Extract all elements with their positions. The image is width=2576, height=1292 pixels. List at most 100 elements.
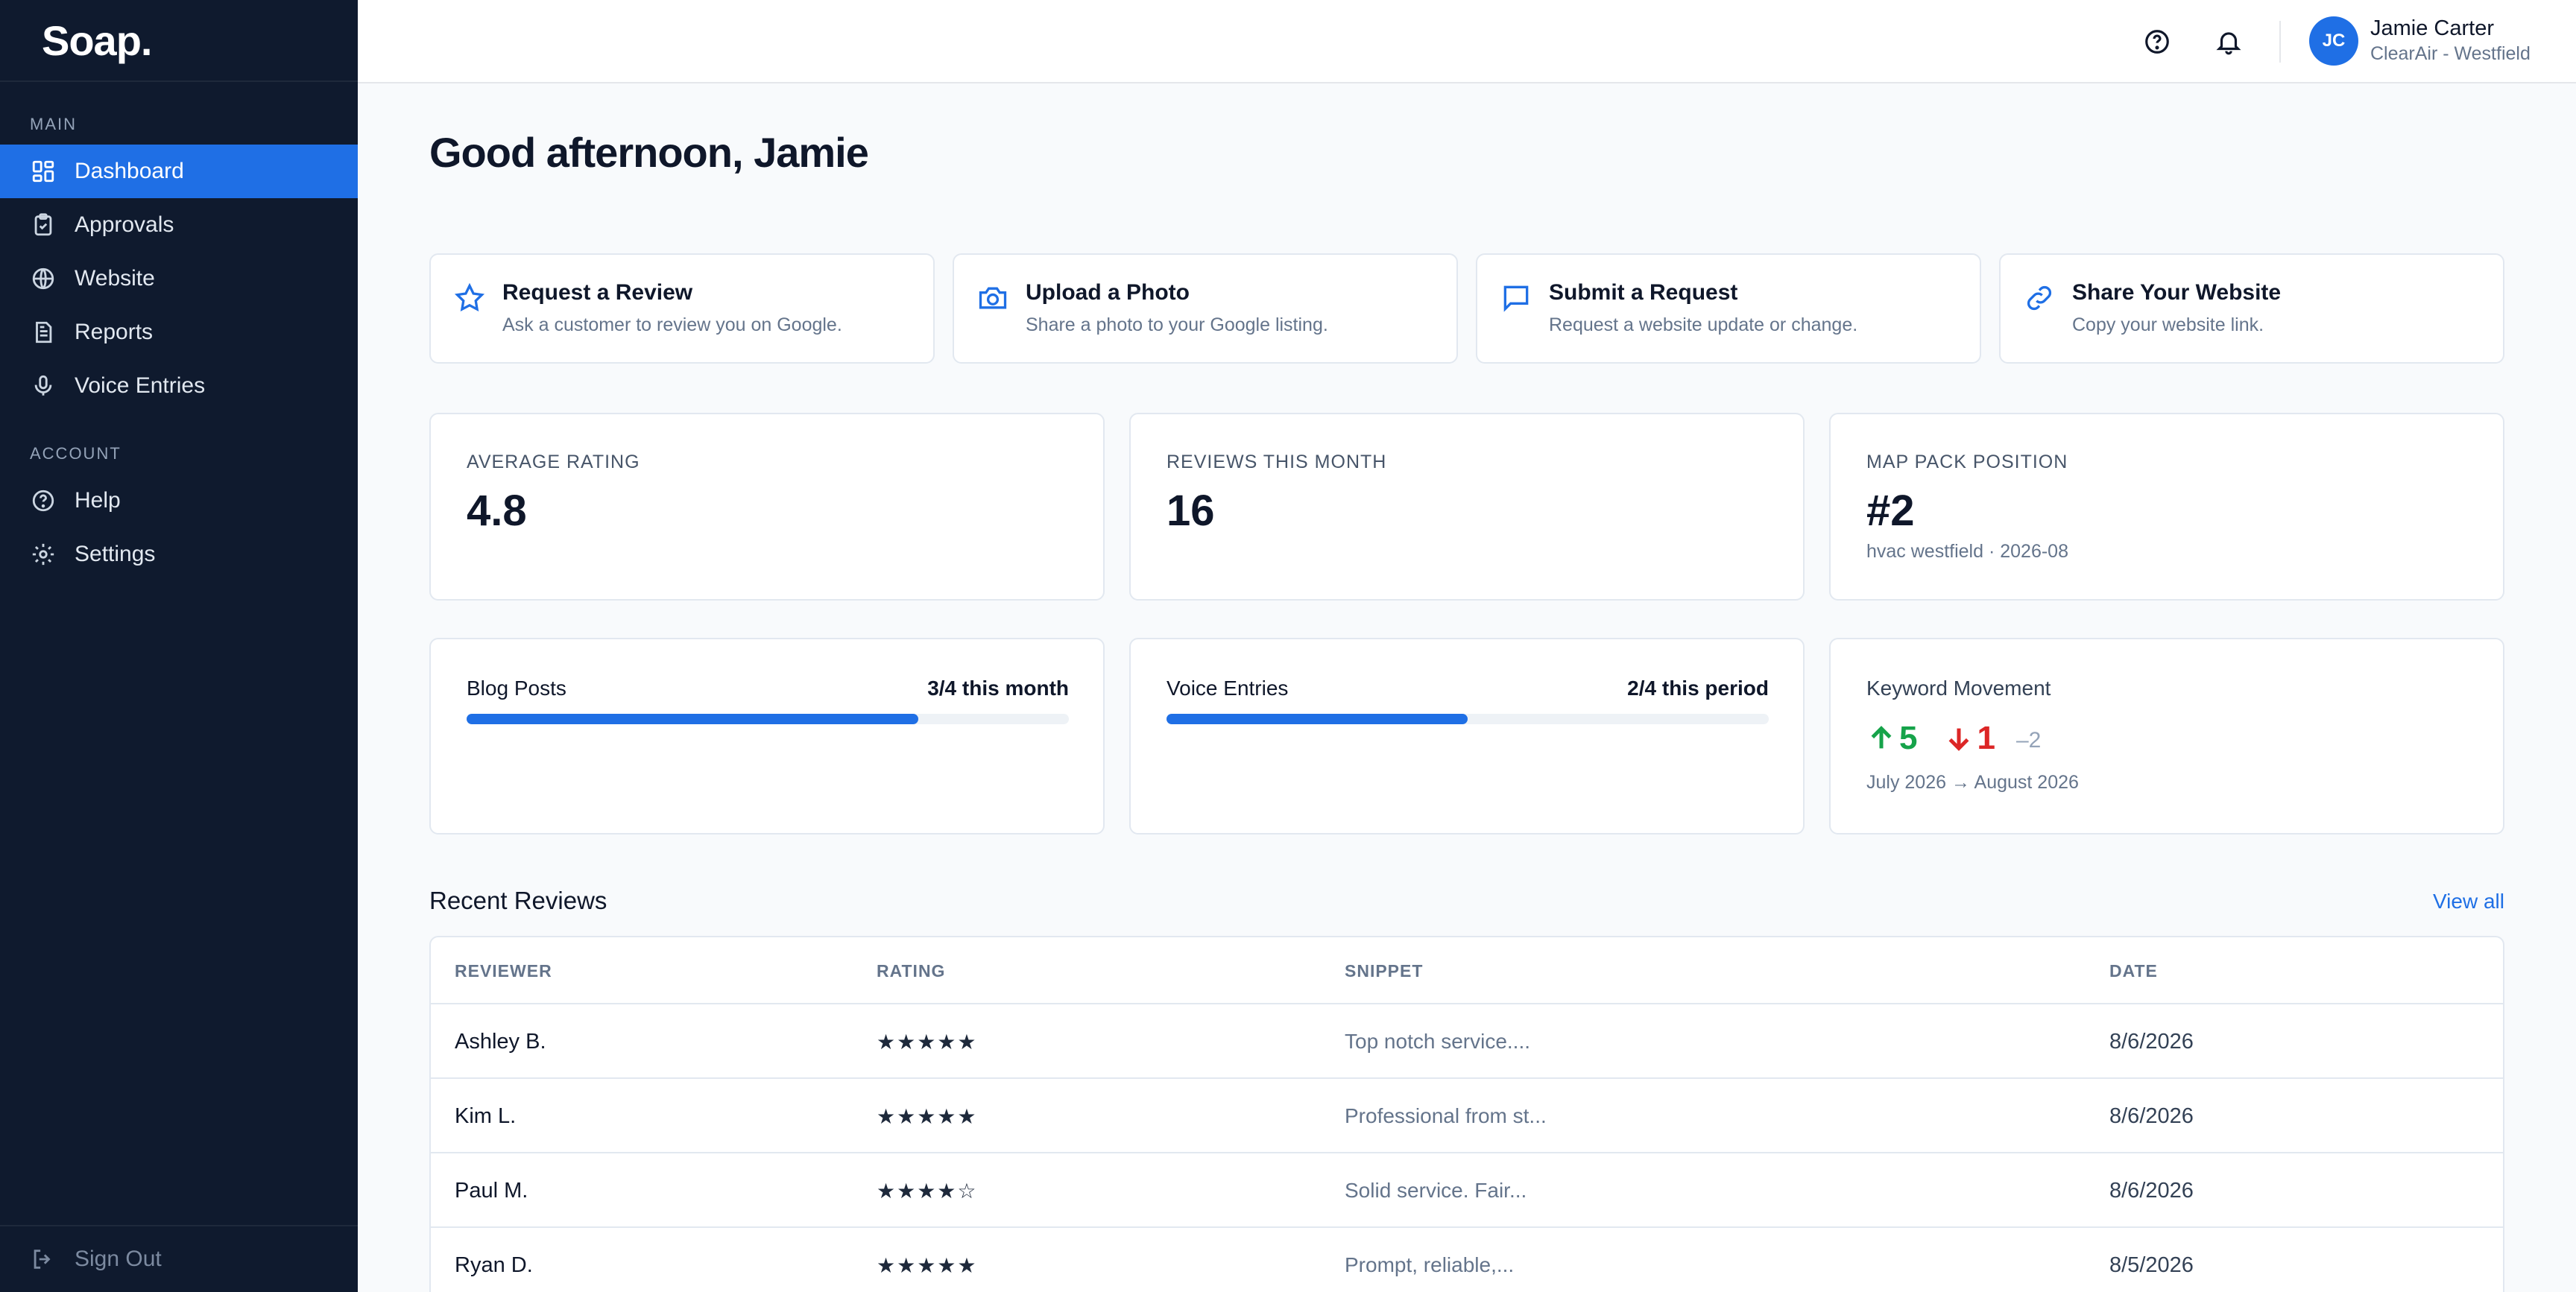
action-subtitle: Share a photo to your Google listing.: [1026, 314, 1328, 335]
section-label-account: ACCOUNT: [30, 444, 121, 463]
sign-out-label: Sign Out: [75, 1247, 162, 1271]
sidebar-item-voice-entries[interactable]: Voice Entries: [0, 359, 358, 413]
sidebar-item-website[interactable]: Website: [0, 252, 358, 305]
sidebar-item-dashboard[interactable]: Dashboard: [0, 145, 358, 198]
chat-icon: [1500, 282, 1532, 314]
stat-value: 4.8: [467, 487, 527, 535]
link-icon: [2023, 282, 2056, 314]
bell-icon[interactable]: [2212, 25, 2245, 58]
column-header: REVIEWER: [455, 961, 552, 981]
review-date: 8/6/2026: [2109, 1179, 2194, 1203]
stat-label: Map Pack Position: [1866, 452, 2068, 472]
keyword-flat-count: 2: [2028, 728, 2042, 753]
keyword-down: 1: [1944, 720, 1995, 757]
action-subtitle: Request a website update or change.: [1549, 314, 1858, 335]
action-title: Request a Review: [502, 280, 693, 305]
sidebar-item-reports[interactable]: Reports: [0, 305, 358, 359]
upload-photo-card[interactable]: Upload a Photo Share a photo to your Goo…: [953, 253, 1458, 364]
table-row[interactable]: Ryan D. ★★★★★ Prompt, reliable,... 8/5/2…: [431, 1228, 2503, 1292]
dash-icon: –: [2015, 728, 2029, 753]
table-header: REVIEWER RATING SNIPPET DATE: [431, 937, 2503, 1004]
sidebar-item-settings[interactable]: Settings: [0, 528, 358, 581]
share-website-card[interactable]: Share Your Website Copy your website lin…: [1999, 253, 2504, 364]
user-org: ClearAir - Westfield: [2370, 43, 2531, 64]
table-row[interactable]: Kim L. ★★★★★ Professional from st... 8/6…: [431, 1079, 2503, 1153]
page-title: Good afternoon, Jamie: [429, 129, 869, 176]
review-snippet: Solid service. Fair...: [1345, 1179, 1527, 1202]
sidebar-item-label: Approvals: [75, 212, 174, 237]
reviewer-name: Kim L.: [455, 1104, 517, 1128]
column-header: DATE: [2109, 961, 2158, 981]
rating-stars: ★★★★☆: [877, 1179, 978, 1203]
user-name[interactable]: Jamie Carter: [2370, 16, 2494, 41]
blog-posts-card: Blog Posts 3/4 this month: [429, 638, 1105, 835]
column-header: RATING: [877, 961, 946, 981]
sidebar-item-label: Settings: [75, 542, 156, 566]
help-icon[interactable]: [2141, 25, 2174, 58]
action-subtitle: Ask a customer to review you on Google.: [502, 314, 842, 335]
review-date: 8/6/2026: [2109, 1104, 2194, 1128]
table-row[interactable]: Paul M. ★★★★☆ Solid service. Fair... 8/6…: [431, 1153, 2503, 1228]
keyword-down-count: 1: [1977, 720, 1995, 756]
top-divider: [2279, 21, 2281, 63]
microphone-icon: [30, 373, 57, 399]
sign-out-icon: [30, 1246, 57, 1273]
reviewer-name: Ryan D.: [455, 1253, 533, 1277]
progress-status: 3/4 this month: [927, 677, 1069, 700]
progress-fill: [1167, 714, 1468, 724]
reviewer-name: Paul M.: [455, 1179, 528, 1203]
reviewer-name: Ashley B.: [455, 1030, 546, 1054]
keyword-flat: –2: [2016, 728, 2041, 753]
reviews-month-card: Reviews This Month 16: [1129, 413, 1805, 601]
review-date: 8/6/2026: [2109, 1030, 2194, 1054]
sidebar: Soap. MAIN Dashboard Approvals Website R…: [0, 0, 358, 1292]
globe-icon: [30, 265, 57, 292]
map-pack-card: Map Pack Position #2 hvac westfield · 20…: [1829, 413, 2504, 601]
keyword-up: 5: [1866, 720, 1917, 757]
stat-value: #2: [1866, 487, 1915, 535]
voice-entries-card: Voice Entries 2/4 this period: [1129, 638, 1805, 835]
camera-icon: [976, 282, 1009, 314]
submit-request-card[interactable]: Submit a Request Request a website updat…: [1476, 253, 1981, 364]
avatar-initials: JC: [2322, 31, 2346, 51]
sidebar-item-label: Reports: [75, 320, 154, 344]
star-icon: [453, 282, 486, 314]
average-rating-card: Average Rating 4.8: [429, 413, 1105, 601]
view-all-link[interactable]: View all: [2433, 890, 2504, 913]
review-snippet: Top notch service....: [1345, 1030, 1531, 1053]
sidebar-item-approvals[interactable]: Approvals: [0, 198, 358, 252]
table-row[interactable]: Ashley B. ★★★★★ Top notch service.... 8/…: [431, 1004, 2503, 1079]
action-title: Share Your Website: [2072, 280, 2282, 305]
progress-status: 2/4 this period: [1627, 677, 1769, 700]
avatar[interactable]: JC: [2309, 16, 2358, 66]
keyword-row: 5 1 –2: [1866, 720, 2041, 757]
recent-reviews-title: Recent Reviews: [429, 887, 607, 914]
action-title: Submit a Request: [1549, 280, 1738, 305]
clipboard-check-icon: [30, 212, 57, 238]
document-icon: [30, 319, 57, 346]
sidebar-item-help[interactable]: Help: [0, 474, 358, 528]
sidebar-item-label: Website: [75, 266, 155, 291]
reviews-table: REVIEWER RATING SNIPPET DATE Ashley B. ★…: [429, 936, 2504, 1292]
rating-stars: ★★★★★: [877, 1105, 978, 1128]
grid-icon: [30, 158, 57, 185]
sidebar-item-label: Dashboard: [75, 159, 184, 183]
progress-track: [467, 714, 1069, 724]
review-date: 8/5/2026: [2109, 1253, 2194, 1277]
column-header: SNIPPET: [1345, 961, 1424, 981]
sign-out-button[interactable]: Sign Out: [0, 1225, 358, 1292]
action-title: Upload a Photo: [1026, 280, 1190, 305]
keyword-label: Keyword Movement: [1866, 677, 2051, 700]
rating-stars: ★★★★★: [877, 1030, 978, 1054]
keyword-up-count: 5: [1899, 720, 1918, 756]
rating-stars: ★★★★★: [877, 1254, 978, 1277]
stat-sub: hvac westfield · 2026-08: [1866, 541, 2068, 562]
sidebar-item-label: Voice Entries: [75, 373, 206, 398]
keyword-movement-card: Keyword Movement 5 1 –2 July 2026 → Augu…: [1829, 638, 2504, 835]
stat-label: Reviews This Month: [1167, 452, 1387, 472]
app-root: Soap. MAIN Dashboard Approvals Website R…: [0, 0, 2576, 1292]
brand-logo[interactable]: Soap.: [0, 0, 358, 82]
request-review-card[interactable]: Request a Review Ask a customer to revie…: [429, 253, 935, 364]
arrow-down-icon: [1949, 728, 1969, 751]
top-bar: JC Jamie Carter ClearAir - Westfield: [358, 0, 2576, 83]
